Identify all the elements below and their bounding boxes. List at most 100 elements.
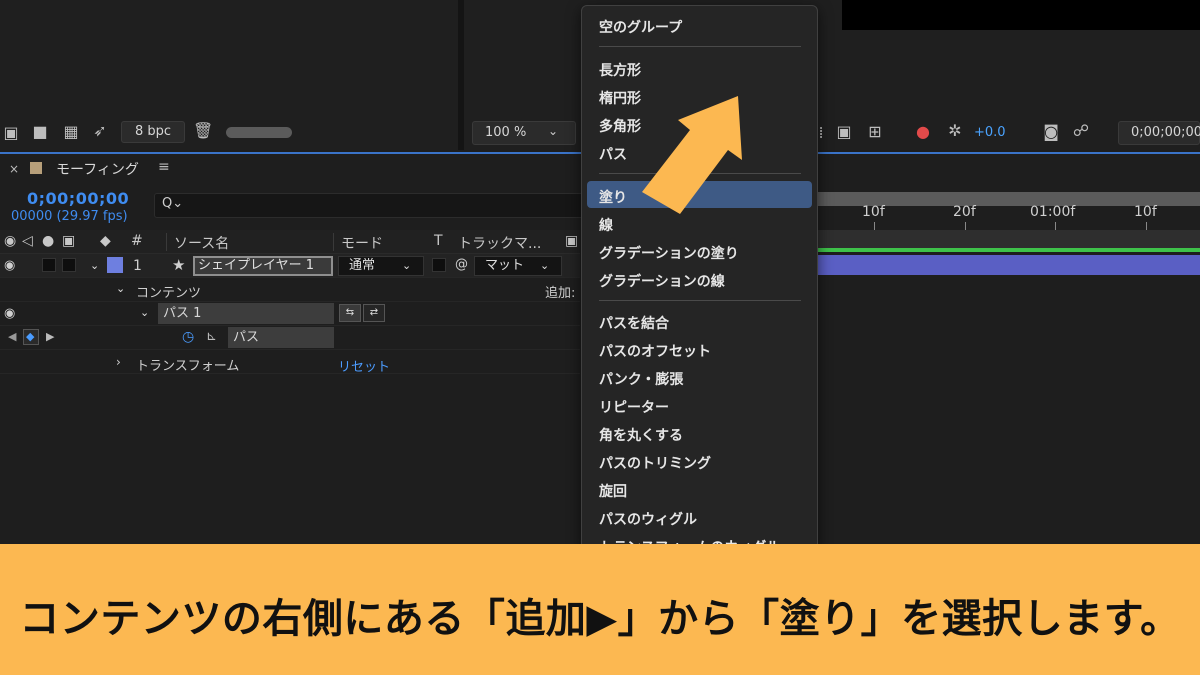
menu-item-path[interactable]: パス: [599, 144, 627, 164]
contents-label: コンテンツ: [136, 286, 202, 301]
transparency-grid-icon[interactable]: ⊞: [864, 122, 886, 142]
search-icon: Q⌄: [162, 196, 184, 211]
composition-color-swatch: [30, 162, 42, 174]
shape-star-icon: ★: [172, 256, 186, 274]
chevron-right-icon[interactable]: ›: [116, 355, 121, 369]
layer-number: 1: [133, 258, 142, 274]
show-snapshot-icon[interactable]: ☍: [1070, 121, 1092, 141]
folder-icon[interactable]: ■: [30, 122, 50, 142]
column-source-name[interactable]: ソース名: [174, 233, 229, 253]
menu-item-trim-paths[interactable]: パスのトリミング: [599, 453, 711, 473]
track-matte-value: マット: [485, 258, 525, 273]
path-direction-reverse-icon[interactable]: ⇄: [363, 304, 385, 322]
stopwatch-icon[interactable]: ◷: [182, 329, 194, 345]
prev-keyframe-icon[interactable]: ◀: [8, 330, 16, 343]
menu-item-fill[interactable]: 塗り: [599, 187, 627, 207]
menu-item-stroke[interactable]: 線: [599, 215, 613, 235]
column-mode[interactable]: モード: [341, 233, 383, 253]
menu-item-offset-paths[interactable]: パスのオフセット: [599, 341, 711, 361]
spiral-pickwhip-icon[interactable]: @: [455, 257, 468, 272]
exposure-value[interactable]: +0.0: [974, 125, 1006, 140]
viewer-timecode[interactable]: 0;00;00;00: [1118, 121, 1200, 145]
column-track-matte[interactable]: トラックマ...: [458, 233, 541, 253]
menu-item-wiggle-paths[interactable]: パスのウィグル: [599, 509, 697, 529]
chevron-down-icon: ⌄: [402, 259, 412, 272]
solo-icon[interactable]: ●: [42, 233, 54, 249]
path-group-name[interactable]: パス 1: [158, 303, 334, 324]
snapshot-camera-icon[interactable]: ◙: [1040, 122, 1062, 142]
menu-item-repeater[interactable]: リピーター: [599, 397, 669, 417]
work-area-bar[interactable]: [816, 230, 1200, 248]
reset-link[interactable]: リセット: [338, 356, 390, 375]
add-menu-button[interactable]: 追加:: [545, 282, 575, 301]
layer-name-field[interactable]: シェイプレイヤー 1: [193, 256, 333, 276]
audio-icon[interactable]: ◁: [22, 233, 33, 249]
menu-item-twist[interactable]: 旋回: [599, 481, 627, 501]
close-icon[interactable]: ×: [9, 162, 19, 176]
current-time-display[interactable]: 0;00;00;00: [27, 189, 129, 208]
transform-row[interactable]: [0, 350, 580, 374]
chevron-down-icon: ⌄: [540, 259, 550, 272]
chevron-down-icon[interactable]: ⌄: [116, 282, 125, 295]
preserve-transparency-switch[interactable]: [432, 258, 446, 272]
blend-mode-value: 通常: [349, 258, 376, 273]
chevron-down-icon[interactable]: ⌄: [90, 259, 99, 272]
chevron-down-icon: ⌄: [548, 124, 559, 138]
eye-icon[interactable]: ◉: [4, 306, 15, 321]
channels-icon[interactable]: ●: [912, 122, 934, 142]
composition-icon[interactable]: ▦: [60, 122, 82, 142]
menu-separator: [599, 300, 801, 301]
column-t[interactable]: T: [434, 233, 443, 249]
viewer-canvas: [842, 0, 1200, 30]
next-keyframe-icon[interactable]: ▶: [46, 330, 54, 343]
solo-switch[interactable]: [42, 258, 56, 272]
chevron-down-icon[interactable]: ⌄: [140, 306, 149, 319]
label-tag-icon[interactable]: ◆: [100, 233, 111, 249]
zoom-select[interactable]: 100 %: [472, 121, 576, 145]
column-number: #: [131, 233, 143, 249]
transform-label: トランスフォーム: [136, 359, 240, 374]
pointer-arrow-icon: [642, 96, 742, 214]
column-separator: [166, 233, 167, 251]
menu-item-rectangle[interactable]: 長方形: [599, 60, 641, 80]
frame-rate-info: 00000 (29.97 fps): [11, 209, 128, 224]
tab-composition-title[interactable]: モーフィング: [56, 159, 139, 179]
menu-item-empty-group[interactable]: 空のグループ: [599, 17, 682, 37]
column-extra-icon[interactable]: ▣: [565, 233, 578, 249]
eye-icon[interactable]: ◉: [4, 258, 15, 273]
layer-duration-bar[interactable]: [816, 255, 1200, 275]
ruler-tick-label: 10f: [1134, 204, 1157, 220]
thumbnail-slider[interactable]: [226, 127, 292, 138]
lock-switch[interactable]: [62, 258, 76, 272]
path-direction-icon[interactable]: ⇆: [339, 304, 361, 322]
ruler-tick: [1055, 222, 1056, 230]
menu-item-gradient-fill[interactable]: グラデーションの塗り: [599, 243, 739, 263]
menu-item-pucker-bloat[interactable]: パンク・膨張: [599, 369, 683, 389]
render-status-line: [816, 248, 1200, 252]
region-of-interest-icon[interactable]: ▣: [834, 122, 854, 142]
graph-editor-icon[interactable]: ⊾: [206, 329, 217, 344]
layer-label-color[interactable]: [107, 257, 123, 273]
screen: ▣ ■ ▦ ➶ 8 bpc 🗑 100 % ⌄ ⁞ ▣ ⊞ ● ✲ +0.0 ◙…: [0, 0, 1200, 675]
contents-row[interactable]: [0, 278, 580, 302]
panel-menu-icon[interactable]: ≡: [158, 159, 170, 175]
column-separator: [333, 233, 334, 251]
search-input[interactable]: [154, 193, 584, 218]
lock-icon[interactable]: ▣: [62, 233, 75, 249]
ruler-tick: [874, 222, 875, 230]
flowchart-icon[interactable]: ▣: [0, 123, 22, 143]
ruler-tick: [965, 222, 966, 230]
menu-item-merge-paths[interactable]: パスを結合: [599, 313, 669, 333]
menu-separator: [599, 46, 801, 47]
add-context-menu: 空のグループ 長方形 楕円形 多角形 パス 塗り 線 グラデーションの塗り グラ…: [581, 5, 818, 550]
trash-icon[interactable]: 🗑: [193, 121, 213, 141]
menu-item-round-corners[interactable]: 角を丸くする: [599, 425, 683, 445]
render-queue-icon[interactable]: ➶: [90, 121, 110, 141]
keyframe-diamond-icon[interactable]: ◆: [26, 330, 34, 343]
ruler-tick-label: 20f: [953, 204, 976, 220]
menu-item-gradient-stroke[interactable]: グラデーションの線: [599, 271, 725, 291]
bpc-button[interactable]: 8 bpc: [121, 121, 185, 143]
path-property-name[interactable]: パス: [228, 327, 334, 348]
color-management-icon[interactable]: ✲: [944, 121, 966, 141]
eye-icon[interactable]: ◉: [4, 233, 16, 249]
